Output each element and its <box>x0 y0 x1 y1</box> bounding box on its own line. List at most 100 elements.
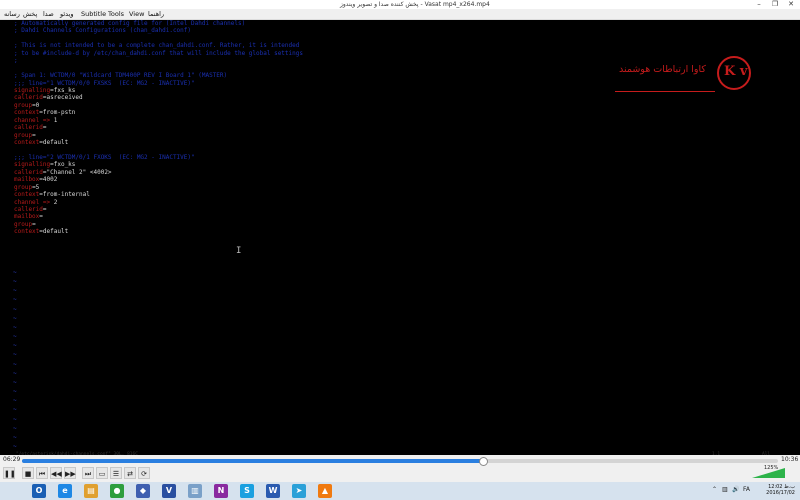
terminal-line: ; This is not intended to be a complete … <box>14 42 303 49</box>
playlist-button[interactable]: ☰ <box>110 467 122 479</box>
stop-button[interactable]: ■ <box>22 467 34 479</box>
terminal-token: 1 <box>53 116 58 124</box>
kava-logo: K v کاوا ارتباطات هوشمند <box>615 50 755 96</box>
terminal-line: signalling=fxo_ks <box>14 161 303 168</box>
terminal-line: callerid="Channel 2" <4002> <box>14 169 303 176</box>
terminal-token: =4002 <box>39 176 58 184</box>
terminal-line: callerid=asreceived <box>14 94 303 101</box>
terminal-token: =asreceived <box>42 94 83 102</box>
taskbar-app-icon[interactable]: ➤ <box>292 484 306 498</box>
terminal-line: context=default <box>14 139 303 146</box>
pause-button[interactable]: ❚❚ <box>3 467 16 479</box>
terminal-token: group <box>14 101 33 109</box>
terminal-token: mailbox <box>14 213 40 221</box>
menu-playback[interactable]: پخش <box>23 9 37 19</box>
volume-slider[interactable] <box>752 468 785 478</box>
next-button[interactable]: ⏭ <box>82 467 94 479</box>
taskbar-app-icon[interactable]: ◆ <box>136 484 150 498</box>
seek-progress <box>22 459 484 463</box>
minimize-button[interactable]: – <box>752 0 766 9</box>
terminal-line: context=from-pstn <box>14 109 303 116</box>
terminal-line: mailbox= <box>14 213 303 220</box>
rewind-button[interactable]: ◀◀ <box>50 467 62 479</box>
taskbar-app-icon[interactable]: e <box>58 484 72 498</box>
terminal-token: ;;; line="2 WCTDM/0/1 FXOKS (EC: MG2 - I… <box>14 153 195 161</box>
terminal-token: channel => <box>14 116 54 124</box>
tray-network-icon[interactable]: ▥ <box>722 486 728 493</box>
tray-language-icon[interactable]: FA <box>743 486 750 493</box>
terminal-token: channel => <box>14 198 54 206</box>
terminal-token: =fxs_ks <box>50 86 76 94</box>
terminal-line: group= <box>14 221 303 228</box>
taskbar-app-icon[interactable]: ▤ <box>84 484 98 498</box>
loop-button[interactable]: ⟳ <box>138 467 150 479</box>
time-elapsed: 06:29 <box>3 456 21 463</box>
maximize-button[interactable]: ❐ <box>768 0 782 9</box>
menu-audio[interactable]: صدا <box>43 9 54 19</box>
menu-bar: راهنما View Tools Subtitle ویدئو صدا پخش… <box>0 9 800 20</box>
system-clock[interactable]: 12:02 ب.ظ 2016/17/02 <box>757 484 795 496</box>
terminal-line: channel => 2 <box>14 199 303 206</box>
terminal-token: =0 <box>32 101 40 109</box>
terminal-text: ; Automatically generated config file fo… <box>14 20 303 236</box>
menu-view[interactable]: View <box>129 9 144 19</box>
terminal-token: = <box>42 205 47 213</box>
menu-subtitle[interactable]: Subtitle <box>81 9 106 19</box>
terminal-token: group <box>14 131 33 139</box>
window-title: پخش کننده صدا و تصویر ویندوز - Vasat mp4… <box>340 1 490 8</box>
tray-volume-icon[interactable]: 🔊 <box>732 486 739 493</box>
terminal-token: context <box>14 109 40 117</box>
tray-arrow-icon[interactable]: ⌃ <box>712 486 717 493</box>
terminal-token: ; Automatically generated config file fo… <box>14 20 246 27</box>
taskbar-app-icon[interactable]: O <box>32 484 46 498</box>
terminal-line: channel => 1 <box>14 117 303 124</box>
terminal-token: = <box>39 213 43 221</box>
terminal-token: context <box>14 139 40 146</box>
terminal-line: group=5 <box>14 184 303 191</box>
menu-video[interactable]: ویدئو <box>60 9 74 19</box>
terminal-token: callerid <box>14 205 43 213</box>
terminal-token: =default <box>39 228 69 236</box>
terminal-token: group <box>14 183 33 191</box>
terminal-token: =default <box>39 139 69 146</box>
forward-button[interactable]: ▶▶ <box>64 467 76 479</box>
taskbar-app-icon[interactable]: W <box>266 484 280 498</box>
seek-bar[interactable] <box>22 457 778 466</box>
menu-help[interactable]: راهنما <box>148 9 164 19</box>
terminal-token: ; This is not intended to be a complete … <box>14 42 300 50</box>
terminal-line: context=from-internal <box>14 191 303 198</box>
mouse-cursor-icon: I <box>236 246 242 256</box>
shuffle-button[interactable]: ⇄ <box>124 467 136 479</box>
video-area[interactable]: ; Automatically generated config file fo… <box>0 20 800 455</box>
close-button[interactable]: ✕ <box>784 0 798 9</box>
terminal-token: mailbox <box>14 176 40 184</box>
terminal-token: context <box>14 191 40 199</box>
previous-button[interactable]: ⏮ <box>36 467 48 479</box>
taskbar-app-icon[interactable]: V <box>162 484 176 498</box>
taskbar-app-icon[interactable]: ● <box>110 484 124 498</box>
taskbar-app-icon[interactable]: N <box>214 484 228 498</box>
taskbar-app-icon[interactable]: ▥ <box>188 484 202 498</box>
time-total: 10:36 <box>781 456 799 463</box>
title-bar: پخش کننده صدا و تصویر ویندوز - Vasat mp4… <box>0 0 800 9</box>
terminal-token: callerid <box>14 124 43 132</box>
menu-media[interactable]: رسانه <box>4 9 20 19</box>
terminal-line: context=default <box>14 228 303 235</box>
seek-handle[interactable] <box>479 457 489 466</box>
terminal-token: =5 <box>32 183 40 191</box>
terminal-line: callerid= <box>14 124 303 131</box>
terminal-line: ;;; line="1 WCTDM/0/0 FXSKS (EC: MG2 - I… <box>14 80 303 87</box>
fullscreen-button[interactable]: ▭ <box>96 467 108 479</box>
terminal-line: group=0 <box>14 102 303 109</box>
terminal-line: mailbox=4002 <box>14 176 303 183</box>
taskbar-app-icon[interactable]: ▲ <box>318 484 332 498</box>
terminal-line: signalling=fxs_ks <box>14 87 303 94</box>
terminal-token: signalling <box>14 86 51 94</box>
taskbar-app-icon[interactable]: S <box>240 484 254 498</box>
terminal-token: ; <box>14 57 18 65</box>
menu-tools[interactable]: Tools <box>108 9 124 19</box>
terminal-token: = <box>32 131 36 139</box>
